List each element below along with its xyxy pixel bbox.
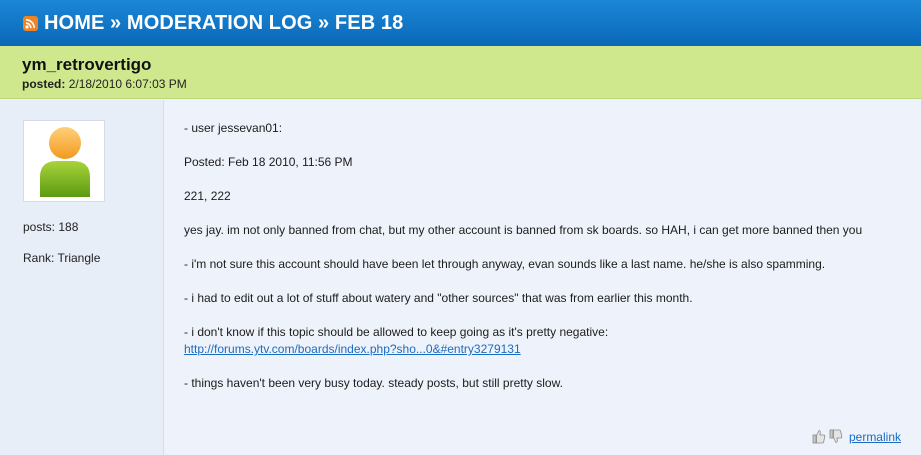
permalink-link[interactable]: permalink — [849, 430, 901, 444]
author-sidebar: posts: 188 Rank: Triangle — [0, 100, 164, 455]
topic-link[interactable]: http://forums.ytv.com/boards/index.php?s… — [184, 342, 521, 356]
post-paragraph: 221, 222 — [184, 189, 231, 203]
posted-label: posted: — [22, 77, 66, 91]
post-author[interactable]: ym_retrovertigo — [22, 55, 921, 75]
post-header: ym_retrovertigo posted: 2/18/2010 6:07:0… — [0, 46, 921, 99]
breadcrumb[interactable]: HOME » MODERATION LOG » FEB 18 — [44, 12, 403, 35]
post-paragraph: Posted: Feb 18 2010, 11:56 PM — [184, 155, 353, 169]
rss-icon[interactable] — [23, 15, 38, 31]
page-header: HOME » MODERATION LOG » FEB 18 — [0, 0, 921, 46]
post-paragraph: - i had to edit out a lot of stuff about… — [184, 291, 693, 305]
post-paragraph: - i'm not sure this account should have … — [184, 257, 826, 271]
post-paragraph: - things haven't been very busy today. s… — [184, 376, 563, 390]
post-paragraph: - i don't know if this topic should be a… — [184, 324, 904, 358]
post-footer: permalink — [812, 429, 901, 444]
user-rank: Rank: Triangle — [23, 251, 101, 265]
post-count: posts: 188 — [23, 220, 79, 234]
post-paragraph: yes jay. im not only banned from chat, b… — [184, 223, 863, 237]
thumbs-up-icon[interactable] — [812, 429, 826, 444]
post-date: posted: 2/18/2010 6:07:03 PM — [22, 77, 921, 91]
posted-value: 2/18/2010 6:07:03 PM — [68, 77, 187, 91]
post-paragraph-text: - i don't know if this topic should be a… — [184, 325, 609, 339]
thumbs-down-icon[interactable] — [829, 429, 843, 444]
post-body: - user jessevan01: Posted: Feb 18 2010, … — [184, 120, 904, 409]
post-paragraph: - user jessevan01: — [184, 121, 283, 135]
user-avatar-icon — [23, 120, 105, 202]
